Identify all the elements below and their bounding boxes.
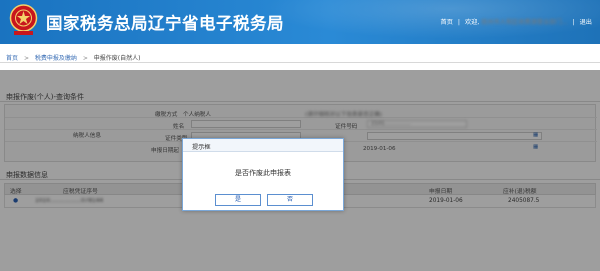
nav-separator: | — [572, 19, 575, 26]
top-nav: 首页 | 欢迎, 抚州市人和区收费源营业部门... | 退出 — [441, 17, 592, 26]
tax-bureau-emblem-icon — [9, 4, 38, 35]
portal-title: 国家税务总局辽宁省电子税务局 — [46, 14, 284, 33]
breadcrumb-arrow-icon: > — [23, 55, 29, 62]
breadcrumb-arrow-icon: > — [82, 55, 88, 62]
breadcrumb-bar: 首页 > 税费申报及缴纳 > 申报作废(自然人) — [0, 49, 600, 63]
nav-home-link[interactable]: 首页 — [441, 17, 453, 26]
nav-exit-link[interactable]: 退出 — [580, 17, 592, 26]
nav-user-name: 抚州市人和区收费源营业部门... — [481, 19, 568, 26]
confirm-dialog: 提示框 是否作废此申报表 是 否 — [182, 138, 344, 211]
nav-welcome-text: 欢迎, — [464, 19, 480, 26]
breadcrumb: 首页 > 税费申报及缴纳 > 申报作废(自然人) — [6, 53, 140, 62]
confirm-no-button[interactable]: 否 — [267, 194, 313, 206]
dialog-title-bar: 提示框 — [183, 139, 343, 152]
dialog-message: 是否作废此申报表 — [235, 169, 291, 177]
confirm-yes-button[interactable]: 是 — [215, 194, 261, 206]
breadcrumb-home-link[interactable]: 首页 — [6, 55, 18, 62]
breadcrumb-current: 申报作废(自然人) — [93, 55, 141, 62]
breadcrumb-parent-link[interactable]: 税费申报及缴纳 — [35, 55, 77, 62]
nav-separator: | — [457, 19, 460, 26]
top-header: 国家税务总局辽宁省电子税务局 首页 | 欢迎, 抚州市人和区收费源营业部门...… — [0, 0, 600, 44]
dialog-title: 提示框 — [192, 144, 211, 151]
